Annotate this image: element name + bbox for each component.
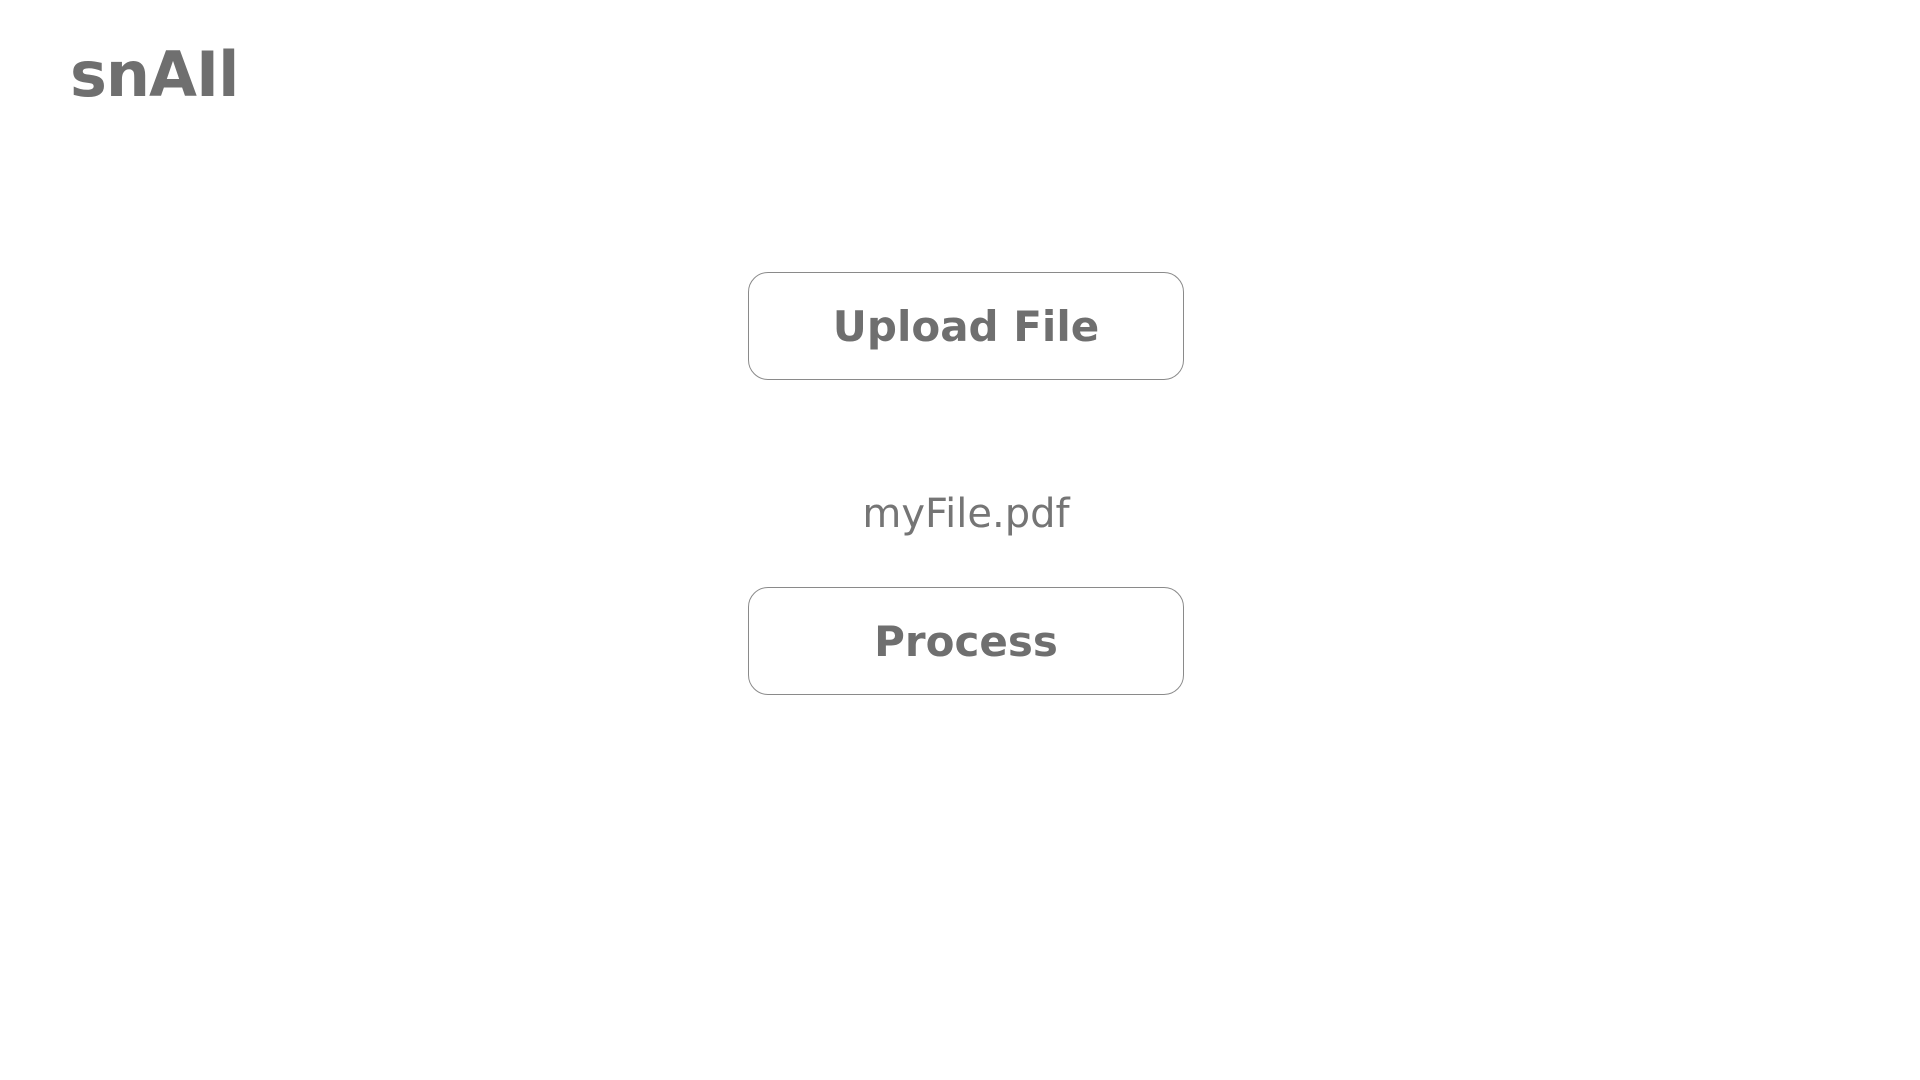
upload-file-button[interactable]: Upload File bbox=[748, 272, 1184, 380]
process-button[interactable]: Process bbox=[748, 587, 1184, 695]
app-title: snAIl bbox=[70, 38, 239, 111]
selected-file-name: myFile.pdf bbox=[862, 491, 1070, 537]
